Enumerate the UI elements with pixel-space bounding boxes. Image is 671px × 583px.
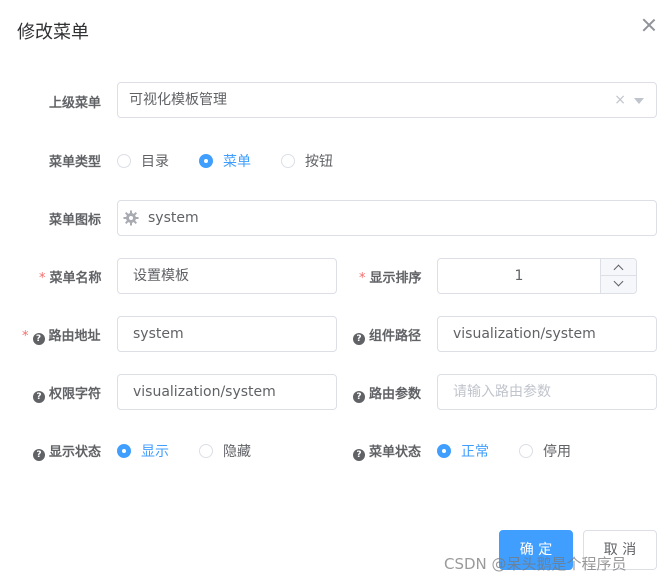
menu-type-radio-menu[interactable]: 菜单 <box>199 151 251 171</box>
radio-circle-icon <box>519 444 533 458</box>
display-order-stepper[interactable]: 1 <box>437 258 637 294</box>
chevron-down-icon <box>613 276 624 287</box>
radio-checked-icon <box>199 154 213 168</box>
radio-checked-icon <box>117 444 131 458</box>
route-params-input[interactable]: 请输入路由参数 <box>437 374 657 410</box>
gear-icon <box>123 210 139 226</box>
menu-icon-input[interactable]: system <box>117 200 657 236</box>
watermark-text: CSDN @呆头鹅是个程序员 <box>444 555 627 573</box>
display-status-radio-show[interactable]: 显示 <box>117 441 169 461</box>
menu-type-label: 菜单类型 <box>49 155 102 170</box>
menu-name-label: * 菜单名称 <box>39 271 102 286</box>
dialog-title: 修改菜单 <box>17 22 89 43</box>
route-params-label: ? 路由参数 <box>353 383 421 403</box>
parent-menu-value: 可视化模板管理 <box>129 92 227 108</box>
clear-icon[interactable]: × <box>614 83 626 117</box>
menu-name-input[interactable]: 设置模板 <box>117 258 337 294</box>
decrement-button[interactable] <box>601 276 637 293</box>
question-icon[interactable]: ? <box>353 333 365 345</box>
question-icon[interactable]: ? <box>353 391 365 403</box>
edit-menu-dialog: 修改菜单 上级菜单 可视化模板管理 × 菜单类型 目录 菜单 按钮 菜单图标 s… <box>0 0 671 583</box>
chevron-down-icon[interactable] <box>634 98 644 104</box>
menu-icon-value: system <box>148 210 199 226</box>
menu-status-label: ? 菜单状态 <box>353 441 421 461</box>
radio-checked-icon <box>437 444 451 458</box>
question-icon[interactable]: ? <box>32 333 45 345</box>
close-icon[interactable] <box>641 17 657 33</box>
chevron-up-icon <box>613 264 624 275</box>
parent-menu-label: 上级菜单 <box>49 96 102 111</box>
question-icon[interactable]: ? <box>33 449 45 461</box>
menu-status-radio-disabled[interactable]: 停用 <box>519 441 571 461</box>
component-path-label: ? 组件路径 <box>353 325 421 345</box>
route-address-input[interactable]: system <box>117 316 337 352</box>
menu-status-radio-normal[interactable]: 正常 <box>437 441 489 461</box>
parent-menu-select[interactable]: 可视化模板管理 × <box>117 82 657 118</box>
component-path-input[interactable]: visualization/system <box>437 316 657 352</box>
radio-circle-icon <box>199 444 213 458</box>
radio-circle-icon <box>281 154 295 168</box>
route-address-label: *? 路由地址 <box>22 329 101 345</box>
permission-input[interactable]: visualization/system <box>117 374 337 410</box>
question-icon[interactable]: ? <box>353 449 365 461</box>
display-status-label: ? 显示状态 <box>33 441 101 461</box>
menu-type-radio-button[interactable]: 按钮 <box>281 151 333 171</box>
display-order-label: * 显示排序 <box>359 271 422 286</box>
question-icon[interactable]: ? <box>33 391 45 403</box>
menu-icon-label: 菜单图标 <box>49 213 102 228</box>
display-order-value: 1 <box>514 268 524 284</box>
permission-label: ? 权限字符 <box>33 383 101 403</box>
radio-circle-icon <box>117 154 131 168</box>
increment-button[interactable] <box>601 259 637 276</box>
display-status-radio-hide[interactable]: 隐藏 <box>199 441 251 461</box>
menu-type-radio-directory[interactable]: 目录 <box>117 151 169 171</box>
